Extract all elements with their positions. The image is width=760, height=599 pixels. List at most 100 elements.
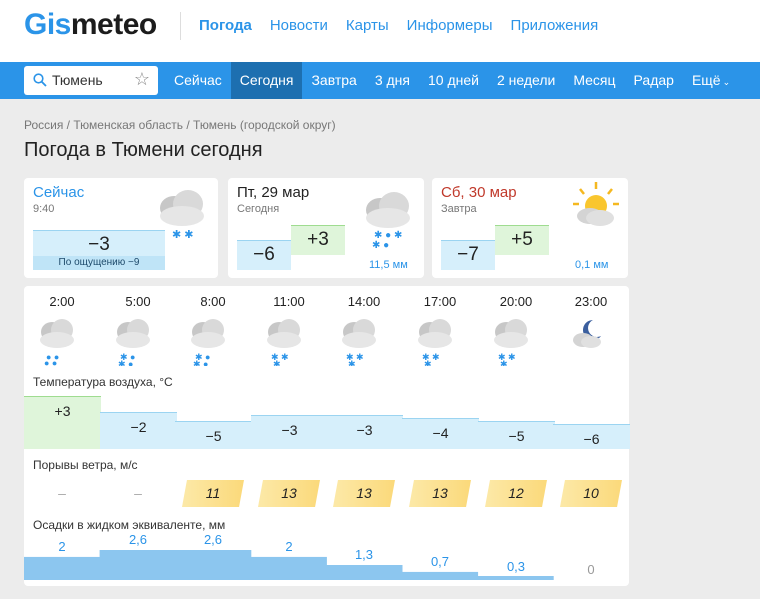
hour-time: 20:00 [499,294,533,309]
tab-2-weeks[interactable]: 2 недели [488,62,564,99]
hour-wind-gust: 13 [258,480,320,507]
hour-precip: 1,3 [354,547,374,562]
precip-bar [24,556,101,580]
cloud-snow-icon: ✱ ✱✱ [418,319,452,366]
header-divider [180,12,181,40]
precip-bar [175,550,252,580]
hour-temp: +3 [24,396,101,449]
wind-section-label: Порывы ветра, м/с [33,458,138,472]
hour-wind-gust: 11 [182,480,244,507]
hour-temp: −6 [553,424,630,449]
top-header: Gismeteo Погода Новости Карты Информеры … [0,0,760,62]
forecast-nav-bar: Тюмень ☆ Сейчас Сегодня Завтра 3 дня 10 … [0,62,760,99]
city-search-input[interactable]: Тюмень ☆ [24,66,158,95]
precip-bar [250,556,327,580]
top-nav-maps[interactable]: Карты [346,17,389,34]
hour-temp: −5 [478,421,555,449]
hour-time: 14:00 [347,294,381,309]
moon-cloud-icon [573,320,601,348]
hour-time: 5:00 [125,294,151,309]
hour-time: 17:00 [423,294,457,309]
search-icon [33,73,47,87]
svg-text:● ●: ● ● [44,358,57,366]
hourly-forecast-panel: Температура воздуха, °C Порывы ветра, м/… [24,286,630,586]
hour-wind-gust: 10 [560,480,622,507]
hour-wind-gust: 13 [409,480,471,507]
tab-today[interactable]: Сегодня [230,62,303,99]
precip-bar [402,571,479,580]
svg-text:✱: ✱ [500,359,508,366]
page-title: Погода в Тюмени сегодня [24,139,263,161]
precip-bar [326,565,403,580]
hour-time: 23:00 [574,294,608,309]
temp-section-label: Температура воздуха, °C [33,375,173,389]
breadcrumb: Россия / Тюменская область / Тюмень (гор… [24,118,336,132]
top-nav-news[interactable]: Новости [270,17,328,34]
cloud-snow-rain-icon: ✱ ●✱ ● [116,319,150,366]
today-title: Пт, 29 мар [237,184,310,201]
gismeteo-logo[interactable]: Gismeteo [24,8,157,42]
sun-cloud-icon [573,182,619,226]
svg-text:✱ ●: ✱ ● [193,359,208,366]
hour-wind-gust: – [134,485,142,501]
search-value: Тюмень [52,72,103,88]
hour-precip: 2 [285,539,293,554]
feels-like: По ощущению −9 [33,256,165,270]
hour-precip: 0 [587,562,595,577]
tab-more[interactable]: Ещё ⌄ [683,62,739,99]
now-temp: −3 [33,230,165,258]
now-title: Сейчас [33,184,85,201]
svg-text:✱ ●: ✱ ● [118,359,133,366]
hour-temp: −3 [326,415,403,449]
hour-precip: 2 [58,539,66,554]
precip-bar [477,576,554,580]
today-card[interactable]: Пт, 29 мар Сегодня ✱ ● ✱ ✱ ● −6 +3 11,5 … [228,178,424,278]
precip-bar [99,550,176,580]
tab-tomorrow[interactable]: Завтра [302,62,365,99]
tomorrow-tmin: −7 [441,240,495,270]
hour-precip: 0,3 [506,559,526,574]
tab-now[interactable]: Сейчас [165,62,231,99]
top-nav-informers[interactable]: Информеры [407,17,493,34]
cloud-rain-icon: ● ●● ● [40,319,74,366]
hour-precip: 2,6 [203,532,223,547]
hour-temp: −5 [175,421,252,449]
hour-temp: −3 [251,415,328,449]
tomorrow-card[interactable]: Сб, 30 мар Завтра −7 +5 0,1 мм [432,178,628,278]
hour-precip: 2,6 [128,532,148,547]
hour-wind-gust: – [58,485,66,501]
hour-wind-gust: 13 [333,480,395,507]
chevron-down-icon: ⌄ [722,77,731,87]
svg-text:✱: ✱ [424,359,432,366]
today-tmax: +3 [291,225,345,255]
top-nav-weather[interactable]: Погода [199,17,252,34]
svg-text:✱: ✱ [273,359,281,366]
now-card[interactable]: Сейчас 9:40 ✱ ✱ −3 По ощущению −9 [24,178,218,278]
today-precip: 11,5 мм [369,259,408,271]
cloud-snow-icon: ✱ ✱✱ [494,319,528,366]
tab-month[interactable]: Месяц [564,62,624,99]
hour-time: 2:00 [49,294,75,309]
today-sub: Сегодня [237,203,280,215]
tomorrow-sub: Завтра [441,203,477,215]
tomorrow-title: Сб, 30 мар [441,184,517,201]
tab-10-days[interactable]: 10 дней [419,62,488,99]
cloud-snow-icon: ✱ ✱✱ [267,319,301,366]
today-tmin: −6 [237,240,291,270]
favorite-star-icon[interactable]: ☆ [134,69,150,90]
tomorrow-tmax: +5 [495,225,549,255]
hour-precip: 0,7 [430,554,450,569]
cloud-snow-rain-icon: ✱ ●✱ ● [191,319,225,366]
tomorrow-precip: 0,1 мм [575,259,609,271]
forecast-tabs: Сейчас Сегодня Завтра 3 дня 10 дней 2 не… [165,62,739,99]
svg-text:✱: ✱ [348,359,356,366]
top-nav-apps[interactable]: Приложения [511,17,599,34]
hour-time: 8:00 [200,294,226,309]
cloud-snow-icon: ✱ ✱✱ [342,319,376,366]
tab-radar[interactable]: Радар [625,62,683,99]
now-time: 9:40 [33,203,55,215]
tab-3-days[interactable]: 3 дня [366,62,419,99]
hour-temp: −4 [402,418,479,449]
hour-temp: −2 [100,412,177,449]
svg-text:✱ ●: ✱ ● [372,240,389,248]
